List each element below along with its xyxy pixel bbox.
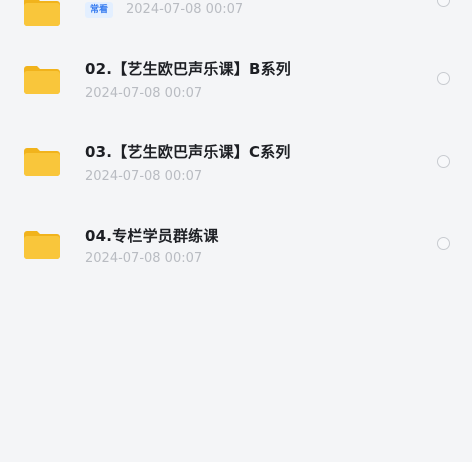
folder-icon [24, 227, 60, 259]
file-date: 2024-07-08 00:07 [126, 2, 244, 17]
folder-icon [24, 0, 60, 26]
radio-circle-icon[interactable] [437, 237, 450, 250]
file-name: 03.【艺生欧巴声乐课】C系列 [85, 143, 291, 161]
folder-icon [24, 144, 60, 176]
radio-circle-icon[interactable] [437, 0, 450, 7]
folder-icon [24, 62, 60, 94]
list-item[interactable]: 04.专栏学员群练课 2024-07-08 00:07 [0, 200, 472, 282]
file-name: 04.专栏学员群练课 [85, 227, 219, 245]
radio-circle-icon[interactable] [437, 155, 450, 168]
list-item[interactable]: 03.【艺生欧巴声乐课】C系列 2024-07-08 00:07 [0, 118, 472, 200]
file-date: 2024-07-08 00:07 [85, 86, 203, 101]
list-item[interactable]: 常看 2024-07-08 00:07 [0, 0, 472, 36]
file-list: 常看 2024-07-08 00:07 02.【艺生欧巴声乐课】B系列 2024… [0, 0, 472, 462]
frequent-badge: 常看 [85, 2, 114, 18]
file-date: 2024-07-08 00:07 [85, 251, 203, 266]
file-name: 02.【艺生欧巴声乐课】B系列 [85, 60, 292, 78]
list-item[interactable]: 02.【艺生欧巴声乐课】B系列 2024-07-08 00:07 [0, 36, 472, 118]
file-date: 2024-07-08 00:07 [85, 169, 203, 184]
radio-circle-icon[interactable] [437, 72, 450, 85]
